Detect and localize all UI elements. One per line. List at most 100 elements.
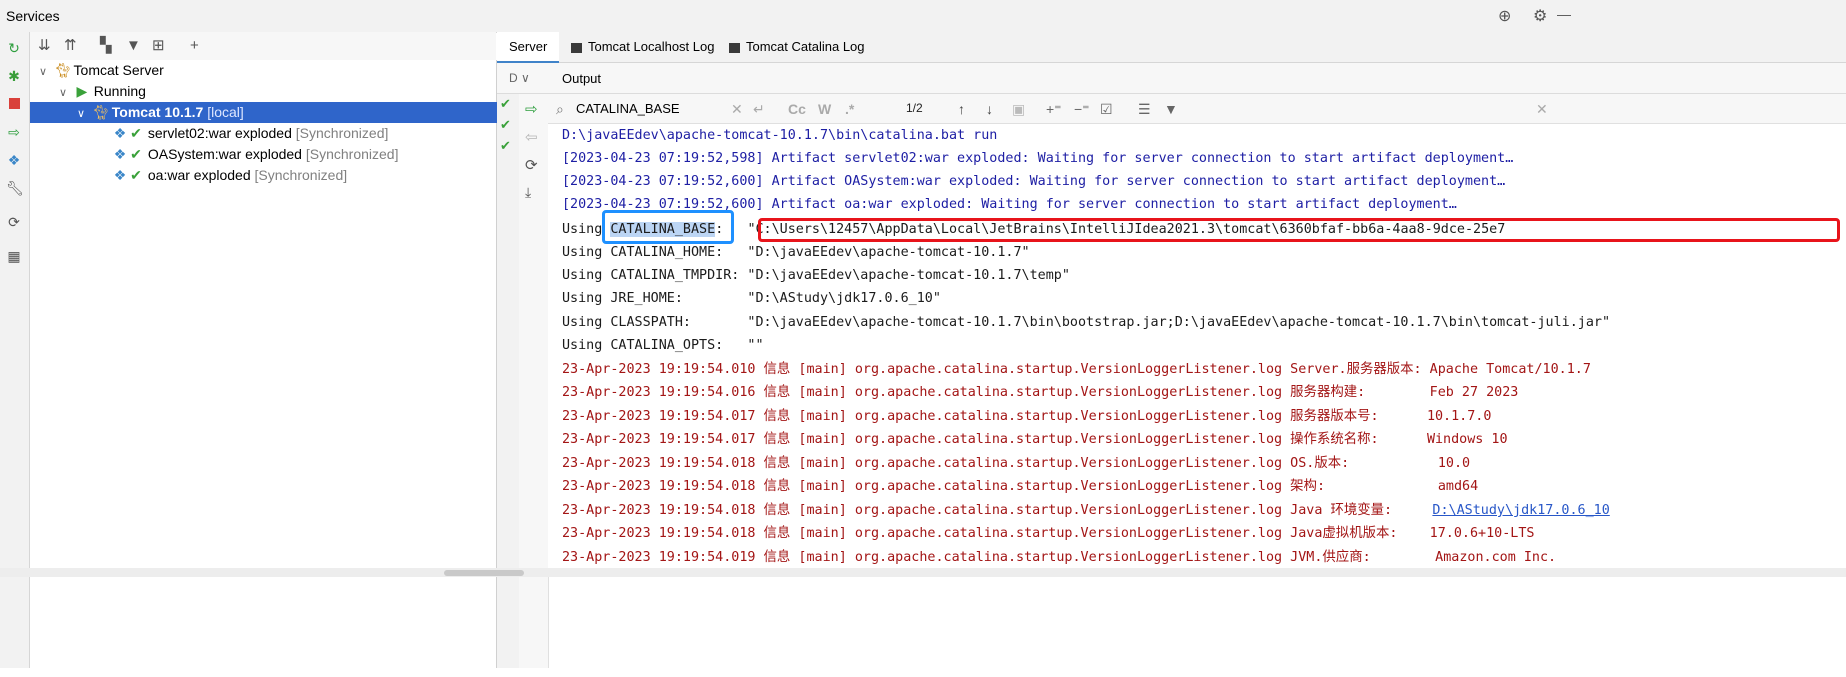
console-line: 23-Apr-2023 19:19:54.019 信息 [main] org.a… [562,550,1557,565]
remove-occurrence-icon[interactable]: −⁼ [1074,101,1090,118]
check-icon: ✔ [500,96,511,111]
tree-item-label: Running [93,83,146,99]
output-bar: D ∨ Output [497,63,1846,94]
tree-item-tomcat-instance[interactable]: ∨ 🐈︎ Tomcat 10.1.7 [local] [30,102,540,123]
search-icon: ⌕ [556,101,564,117]
tree-item-artifact[interactable]: ❖ ✔ oa:war exploded [Synchronized] [30,165,578,186]
red-annotation-box [758,218,1840,242]
layout-icon[interactable]: ▦ [6,248,22,264]
console-line: Using CATALINA_OPTS: "" [562,338,764,353]
tree-item-artifact[interactable]: ❖ ✔ servlet02:war exploded [Synchronized] [30,123,578,144]
collapse-all-icon[interactable]: ⇈ [64,37,77,55]
tree-item-running[interactable]: ∨ ▶ Running [30,81,522,102]
regex-toggle[interactable]: .* [845,101,854,117]
target-icon[interactable]: ⊕ [1498,6,1511,26]
group-by-icon[interactable]: ▚ [100,37,112,55]
chevron-down-icon[interactable]: ∨ [74,104,88,125]
new-tab-icon[interactable]: ⊞ [152,37,165,55]
artifact-icon: ❖ [113,125,127,141]
check-icon: ✔ [130,125,142,141]
tomcat-icon: 🐈︎ [53,62,72,78]
scroll-to-end-icon[interactable]: ⤓ [525,184,531,201]
deployment-status-gutter: ✔ ✔ ✔ [497,94,520,668]
tree-item-suffix: [Synchronized] [305,146,399,162]
log-tabs: Server Tomcat Localhost Log Tomcat Catal… [497,32,1846,64]
close-icon[interactable]: ✕ [1536,101,1548,118]
tab-tomcat-catalina-log[interactable]: Tomcat Catalina Log [717,32,877,61]
title-bar: Services ⊕ ⚙ — [0,0,1846,33]
filter-options-icon[interactable]: ☰ [1138,101,1151,118]
wrench-icon[interactable]: 🔧︎ [6,180,24,196]
tree-item-label: Tomcat Server [73,62,164,78]
refresh-icon[interactable]: ⟳ [525,156,538,174]
console-line: 23-Apr-2023 19:19:54.018 信息 [main] org.a… [562,479,1479,494]
add-occurrence-icon[interactable]: +⁼ [1046,101,1062,118]
tree-item-label: oa:war exploded [147,167,251,183]
console-line: 23-Apr-2023 19:19:54.016 信息 [main] org.a… [562,385,1519,400]
deployment-dropdown[interactable]: D ∨ [509,71,530,85]
tree-item-artifact[interactable]: ❖ ✔ OASystem:war exploded [Synchronized] [30,144,578,165]
console-line: Using CATALINA_HOME: "D:\javaEEdev\apach… [562,245,1030,260]
check-icon: ✔ [130,167,142,183]
previous-match-icon[interactable]: ↑ [958,101,965,117]
rerun-icon[interactable]: ↻ [6,40,22,56]
console-line: [2023-04-23 07:19:52,598] Artifact servl… [562,151,1514,166]
add-icon[interactable]: + [190,37,199,55]
console-line: Using CATALINA_TMPDIR: "D:\javaEEdev\apa… [562,268,1070,283]
console-line: D:\javaEEdev\apache-tomcat-10.1.7\bin\ca… [562,128,998,143]
deploy-icon[interactable]: ⇨ [6,124,22,140]
tree-item-label: Tomcat 10.1.7 [111,104,204,120]
console-output[interactable]: D:\javaEEdev\apache-tomcat-10.1.7\bin\ca… [548,124,1846,568]
chevron-down-icon[interactable]: ∨ [56,83,70,104]
console-search-bar: ⌕ ✕ ↵ Cc W .* 1/2 ↑ ↓ ▣ +⁼ −⁼ ☑ ☰ ▼ ✕ [548,94,1846,124]
tree-toolbar: ⇊ ⇈ ▚ ▼ ⊞ + [30,32,496,61]
scrollbar-thumb[interactable] [444,570,524,576]
next-match-icon[interactable]: ↓ [986,101,993,117]
expand-all-icon[interactable]: ⇊ [38,37,51,55]
console-icon [729,42,740,53]
deploy-icon[interactable]: ⇨ [525,100,538,118]
console-line: 23-Apr-2023 19:19:54.018 信息 [main] org.a… [562,503,1610,518]
console-line: 23-Apr-2023 19:19:54.017 信息 [main] org.a… [562,409,1492,424]
debug-icon[interactable]: ✱ [6,68,22,84]
console-line: 23-Apr-2023 19:19:54.017 信息 [main] org.a… [562,432,1508,447]
console-link[interactable]: D:\AStudy\jdk17.0.6_10 [1432,503,1609,518]
console-line: 23-Apr-2023 19:19:54.010 信息 [main] org.a… [562,362,1591,377]
tab-tomcat-localhost-log[interactable]: Tomcat Localhost Log [559,32,726,61]
tree-item-suffix: [local] [207,104,244,120]
select-all-icon[interactable]: ▣ [1012,101,1025,118]
chevron-down-icon[interactable]: ∨ [36,62,50,83]
filter-icon[interactable]: ▼ [1164,101,1178,117]
check-icon: ✔ [500,117,511,132]
console-icon [571,42,582,53]
gear-icon[interactable]: ⚙ [1533,6,1547,26]
newline-icon[interactable]: ↵ [753,101,765,118]
clear-icon[interactable]: ✕ [731,101,743,118]
refresh-icon[interactable]: ⟳ [6,214,22,230]
minimize-icon[interactable]: — [1557,6,1571,22]
horizontal-scrollbar[interactable] [0,568,1846,577]
filter-icon[interactable]: ▼ [126,37,141,55]
stop-icon[interactable] [6,96,22,112]
artifact-icon: ❖ [113,146,127,162]
chevron-down-icon: ∨ [521,71,530,85]
match-case-toggle[interactable]: Cc [788,101,806,117]
console-line: [2023-04-23 07:19:52,600] Artifact OASys… [562,174,1506,189]
window-title: Services [6,8,60,24]
tree-item-suffix: [Synchronized] [254,167,348,183]
artifact-icon[interactable]: ❖ [6,152,22,168]
tree-item-tomcat-server[interactable]: ∨ 🐈︎ Tomcat Server [30,60,502,81]
console-line: Using JRE_HOME: "D:\AStudy\jdk17.0.6_10" [562,291,941,306]
undeploy-icon[interactable]: ⇦ [525,128,538,146]
check-icon: ✔ [500,138,511,153]
search-input[interactable] [576,99,726,117]
console-line: 23-Apr-2023 19:19:54.018 信息 [main] org.a… [562,526,1535,541]
whole-word-toggle[interactable]: W [818,101,831,117]
tree-item-label: OASystem:war exploded [147,146,302,162]
deployment-actions-gutter: ⇨ ⇦ ⟳ ⤓ [519,94,549,668]
tomcat-icon: 🐈︎ [91,104,110,120]
match-counter: 1/2 [906,101,923,115]
select-all-occurrences-icon[interactable]: ☑ [1100,101,1113,118]
tab-server[interactable]: Server [497,32,560,64]
check-icon: ✔ [130,146,142,162]
